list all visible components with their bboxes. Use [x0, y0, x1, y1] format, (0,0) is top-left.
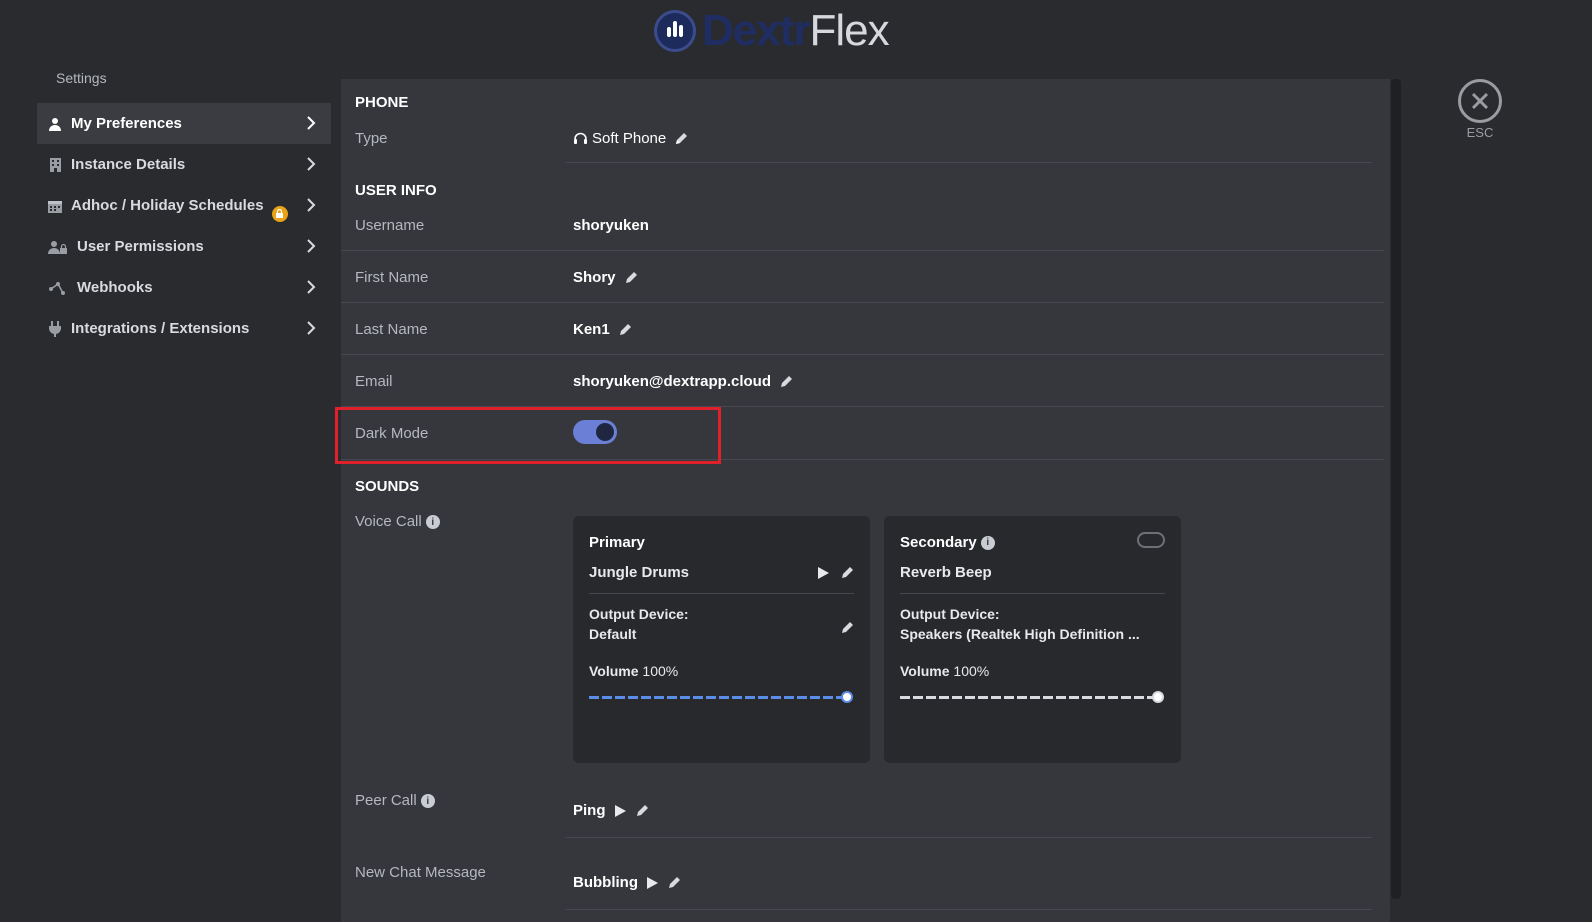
webhook-icon [47, 280, 69, 296]
close-icon[interactable] [1458, 79, 1502, 123]
plug-icon [47, 320, 63, 337]
secondary-enable-toggle[interactable] [1137, 532, 1165, 548]
peer-call-value: Ping [573, 802, 649, 819]
card-divider [900, 593, 1165, 594]
phone-type-value: Soft Phone [573, 130, 688, 147]
sidebar-item-label: User Permissions [77, 238, 204, 255]
panel-scrollbar[interactable] [1391, 79, 1401, 899]
logo-mark-icon [654, 10, 696, 52]
esc-label: ESC [1466, 125, 1494, 140]
primary-card-title: Primary [589, 534, 645, 551]
primary-output-value: Default [589, 626, 637, 642]
username-label: Username [355, 217, 425, 234]
secondary-sound-name: Reverb Beep [900, 564, 992, 581]
last-name-label: Last Name [355, 321, 428, 338]
first-name-label: First Name [355, 269, 429, 286]
phone-section-title: PHONE [355, 94, 409, 111]
brand-logo: DextrFlex [654, 6, 890, 55]
row-divider [341, 354, 1384, 355]
peer-call-label: Peer Call i [355, 792, 435, 809]
edit-pencil-icon[interactable] [624, 271, 638, 285]
sidebar-item-adhoc-holiday-schedules[interactable]: Adhoc / Holiday Schedules [37, 185, 331, 226]
chevron-right-icon [307, 198, 316, 212]
chevron-right-icon [307, 239, 316, 253]
first-name-value: Shory [573, 269, 638, 286]
row-divider [341, 250, 1384, 251]
slider-track [900, 696, 1156, 699]
secondary-volume: Volume 100% [900, 663, 990, 679]
lock-icon [271, 205, 288, 222]
info-icon[interactable]: i [425, 515, 440, 530]
chevron-right-icon [307, 280, 316, 294]
info-icon[interactable]: i [420, 794, 435, 809]
edit-pencil-icon[interactable] [779, 375, 793, 389]
voice-call-label: Voice Call i [355, 513, 440, 530]
new-chat-label: New Chat Message [355, 864, 486, 881]
sidebar-item-user-permissions[interactable]: User Permissions [37, 226, 331, 267]
edit-pencil-icon[interactable] [618, 323, 632, 337]
play-icon[interactable] [646, 876, 659, 890]
user-lock-icon [47, 239, 69, 255]
play-icon[interactable] [614, 804, 627, 818]
user-icon [47, 116, 63, 132]
calendar-icon [47, 198, 63, 214]
email-label: Email [355, 373, 393, 390]
card-divider [589, 593, 854, 594]
settings-heading: Settings [56, 70, 107, 86]
brand-name-part2: Flex [809, 6, 890, 55]
secondary-volume-slider[interactable] [900, 691, 1164, 703]
edit-pencil-icon[interactable] [635, 804, 649, 818]
secondary-sound-card: Secondary i Reverb Beep Output Device: Sp… [884, 516, 1181, 763]
chevron-right-icon [307, 157, 316, 171]
edit-pencil-icon[interactable] [674, 132, 688, 146]
last-name-value: Ken1 [573, 321, 632, 338]
chevron-right-icon [307, 116, 316, 130]
slider-thumb[interactable] [1152, 691, 1164, 703]
sidebar-item-my-preferences[interactable]: My Preferences [37, 103, 331, 144]
sidebar-item-integrations-extensions[interactable]: Integrations / Extensions [37, 308, 331, 349]
row-divider [565, 909, 1372, 910]
primary-sound-name: Jungle Drums [589, 564, 690, 581]
sidebar-item-webhooks[interactable]: Webhooks [37, 267, 331, 308]
row-divider [565, 837, 1372, 838]
primary-volume: Volume 100% [589, 663, 679, 679]
email-value: shoryuken@dextrapp.cloud [573, 373, 793, 390]
secondary-output-label: Output Device: [900, 606, 1000, 622]
settings-sidebar: My Preferences Instance Details Adhoc / … [37, 103, 331, 349]
sidebar-item-label: Webhooks [77, 279, 153, 296]
row-divider [565, 162, 1372, 163]
chevron-right-icon [307, 321, 316, 335]
headset-icon [574, 132, 587, 144]
building-icon [47, 157, 63, 173]
username-value: shoryuken [573, 217, 649, 234]
primary-output-actions [840, 621, 854, 635]
edit-pencil-icon[interactable] [840, 621, 854, 635]
secondary-card-title: Secondary i [900, 534, 995, 551]
slider-thumb[interactable] [841, 691, 853, 703]
esc-close-button[interactable]: ESC [1458, 79, 1502, 140]
brand-name-part1: Dextr [702, 6, 810, 55]
user-info-section-title: USER INFO [355, 182, 437, 199]
sounds-section-title: SOUNDS [355, 478, 420, 495]
sidebar-item-label: Integrations / Extensions [71, 320, 250, 337]
info-icon[interactable]: i [980, 535, 995, 550]
play-icon[interactable] [817, 566, 830, 580]
row-divider [341, 302, 1384, 303]
sidebar-item-instance-details[interactable]: Instance Details [37, 144, 331, 185]
primary-volume-slider[interactable] [589, 691, 853, 703]
preferences-panel: PHONE Type Soft Phone USER INFO Username… [341, 79, 1390, 922]
dark-mode-highlight [335, 407, 721, 464]
sidebar-item-label: Adhoc / Holiday Schedules [71, 197, 264, 214]
new-chat-value: Bubbling [573, 874, 681, 891]
secondary-output-value: Speakers (Realtek High Definition ... [900, 626, 1140, 642]
edit-pencil-icon[interactable] [667, 876, 681, 890]
sidebar-item-label: Instance Details [71, 156, 186, 173]
primary-sound-card: Primary Jungle Drums Output Device: Defa… [573, 516, 870, 763]
slider-track [589, 696, 845, 699]
edit-pencil-icon[interactable] [840, 566, 854, 580]
primary-sound-actions [817, 566, 854, 580]
primary-output-label: Output Device: [589, 606, 689, 622]
sidebar-item-label: My Preferences [71, 115, 182, 132]
phone-type-label: Type [355, 130, 388, 147]
